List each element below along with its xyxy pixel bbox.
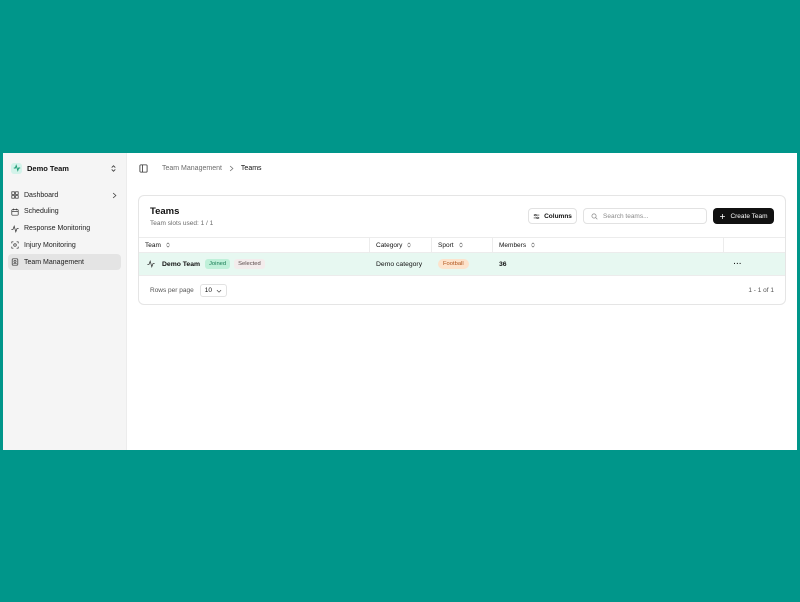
- sidebar: Demo Team Dashboard Scheduling Response …: [3, 153, 127, 450]
- sidebar-item-team-management[interactable]: Team Management: [8, 254, 121, 271]
- calendar-icon: [11, 208, 19, 216]
- top-bar: Team Management Teams: [127, 153, 797, 183]
- sort-icon: [531, 242, 535, 248]
- team-name: Demo Team: [27, 163, 69, 173]
- breadcrumb-current: Teams: [240, 164, 262, 172]
- columns-button-label: Columns: [544, 212, 572, 220]
- column-header-actions: [724, 238, 785, 252]
- columns-button[interactable]: Columns: [528, 208, 577, 224]
- sidebar-item-response-monitoring[interactable]: Response Monitoring: [8, 221, 121, 237]
- chevron-right-icon: [112, 192, 117, 198]
- sidebar-item-label: Team Management: [24, 258, 84, 266]
- create-team-label: Create Team: [730, 212, 768, 220]
- card-header: Teams Team slots used: 1 / 1 Columns Sea…: [139, 196, 785, 237]
- scan-icon: [11, 241, 19, 249]
- sidebar-toggle-icon[interactable]: [139, 163, 148, 173]
- sliders-icon: [533, 213, 540, 219]
- cell-actions: ···: [724, 253, 785, 275]
- header-label: Category: [376, 241, 403, 249]
- search-placeholder: Search teams...: [603, 212, 649, 220]
- team-switcher[interactable]: Demo Team: [8, 159, 121, 177]
- search-input[interactable]: Search teams...: [583, 208, 707, 224]
- header-label: Team: [145, 241, 161, 249]
- clipboard-icon: [11, 258, 19, 266]
- cell-category: Demo category: [376, 260, 423, 268]
- search-icon: [591, 213, 598, 220]
- activity-icon: [147, 260, 155, 268]
- table-footer: Rows per page 10 1 - 1 of 1: [139, 276, 785, 304]
- row-actions-button[interactable]: ···: [734, 261, 743, 268]
- chevron-right-icon: [229, 165, 234, 171]
- create-team-button[interactable]: Create Team: [713, 208, 774, 224]
- grid-icon: [11, 191, 19, 199]
- sidebar-item-label: Injury Monitoring: [24, 241, 76, 249]
- rows-per-page-value: 10: [204, 287, 212, 294]
- sort-icon: [407, 242, 412, 248]
- breadcrumb-parent[interactable]: Team Management: [162, 165, 222, 172]
- table-header: Team Category Sport Members: [139, 237, 785, 253]
- sidebar-item-scheduling[interactable]: Scheduling: [8, 204, 121, 220]
- header-label: Members: [499, 241, 527, 249]
- rows-per-page-label: Rows per page: [150, 287, 194, 294]
- sport-badge: Football: [438, 259, 469, 269]
- breadcrumb: Team Management Teams: [162, 165, 262, 172]
- cell-sport: Football: [432, 253, 493, 275]
- selected-badge: Selected: [234, 259, 265, 269]
- column-header-sport[interactable]: Sport: [432, 238, 493, 252]
- plus-icon: [720, 213, 726, 219]
- sidebar-item-label: Dashboard: [24, 191, 59, 199]
- team-logo-icon: [11, 162, 22, 174]
- sort-icon: [166, 242, 170, 248]
- teams-table: Team Category Sport Members Demo Team Jo…: [139, 237, 785, 276]
- activity-icon: [11, 224, 19, 233]
- table-row[interactable]: Demo Team Joined Selected Demo category …: [139, 253, 785, 276]
- teams-card: Teams Team slots used: 1 / 1 Columns Sea…: [138, 195, 786, 305]
- page-title: Teams: [150, 206, 180, 217]
- column-header-team[interactable]: Team: [139, 238, 370, 252]
- chevrons-up-down-icon: [111, 164, 116, 172]
- pagination-info: 1 - 1 of 1: [748, 287, 774, 294]
- team-slots-text: Team slots used: 1 / 1: [150, 220, 214, 227]
- chevron-down-icon: [216, 289, 222, 293]
- column-header-category[interactable]: Category: [370, 238, 432, 252]
- sidebar-item-label: Response Monitoring: [24, 225, 91, 233]
- main-content: Team Management Teams Teams Team slots u…: [127, 153, 797, 450]
- team-name-cell[interactable]: Demo Team: [162, 261, 200, 268]
- joined-badge: Joined: [205, 259, 231, 269]
- sort-icon: [458, 242, 463, 248]
- sidebar-item-dashboard[interactable]: Dashboard: [8, 187, 121, 203]
- sidebar-item-label: Scheduling: [24, 208, 59, 216]
- cell-members: 36: [499, 260, 507, 268]
- app-window: Demo Team Dashboard Scheduling Response …: [3, 153, 797, 450]
- header-label: Sport: [438, 241, 454, 249]
- rows-per-page-select[interactable]: 10: [199, 284, 227, 297]
- column-header-members[interactable]: Members: [493, 238, 724, 252]
- cell-team: Demo Team Joined Selected: [139, 253, 370, 275]
- sidebar-item-injury-monitoring[interactable]: Injury Monitoring: [8, 237, 121, 253]
